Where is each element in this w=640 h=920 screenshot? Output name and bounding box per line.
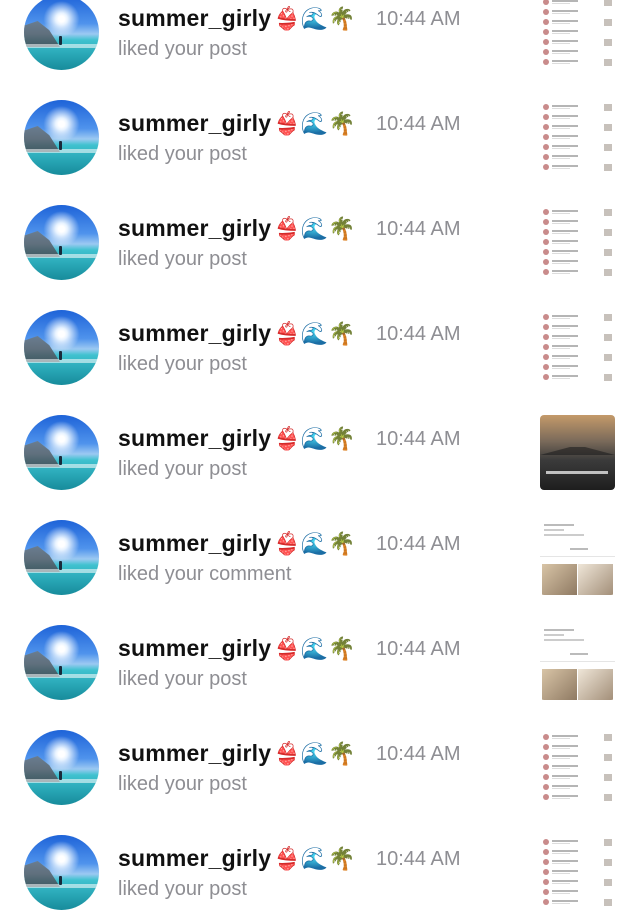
- username-text: summer_girly: [118, 635, 272, 661]
- username[interactable]: summer_girly👙🌊🌴: [118, 215, 356, 242]
- activity-text: liked your post: [118, 878, 247, 900]
- post-thumbnail[interactable]: [540, 310, 615, 385]
- activity-text: liked your post: [118, 353, 247, 375]
- username[interactable]: summer_girly👙🌊🌴: [118, 530, 356, 557]
- notification-row[interactable]: summer_girly👙🌊🌴 10:44 AM liked your post: [0, 710, 640, 815]
- timestamp: 10:44 AM: [376, 218, 461, 240]
- activity-text: liked your post: [118, 458, 247, 480]
- avatar[interactable]: [24, 415, 99, 490]
- username-text: summer_girly: [118, 320, 272, 346]
- notification-row[interactable]: summer_girly👙🌊🌴 10:44 AM liked your post: [0, 185, 640, 290]
- username-text: summer_girly: [118, 5, 272, 31]
- notification-row[interactable]: summer_girly👙🌊🌴 10:44 AM liked your post: [0, 815, 640, 920]
- post-thumbnail[interactable]: [540, 730, 615, 805]
- activity-text: liked your comment: [118, 563, 292, 585]
- username-emoji: 👙🌊🌴: [273, 322, 357, 347]
- avatar[interactable]: [24, 205, 99, 280]
- username-emoji: 👙🌊🌴: [273, 532, 357, 557]
- timestamp: 10:44 AM: [376, 428, 461, 450]
- username[interactable]: summer_girly👙🌊🌴: [118, 740, 356, 767]
- timestamp: 10:44 AM: [376, 8, 461, 30]
- username-emoji: 👙🌊🌴: [273, 637, 357, 662]
- username-emoji: 👙🌊🌴: [273, 7, 357, 32]
- activity-text: liked your post: [118, 773, 247, 795]
- username[interactable]: summer_girly👙🌊🌴: [118, 110, 356, 137]
- username[interactable]: summer_girly👙🌊🌴: [118, 425, 356, 452]
- notification-list: summer_girly👙🌊🌴 10:44 AM liked your post su…: [0, 0, 640, 920]
- avatar[interactable]: [24, 835, 99, 910]
- username[interactable]: summer_girly👙🌊🌴: [118, 320, 356, 347]
- avatar[interactable]: [24, 730, 99, 805]
- username-text: summer_girly: [118, 215, 272, 241]
- username-emoji: 👙🌊🌴: [273, 847, 357, 872]
- timestamp: 10:44 AM: [376, 848, 461, 870]
- timestamp: 10:44 AM: [376, 743, 461, 765]
- username-text: summer_girly: [118, 110, 272, 136]
- post-thumbnail[interactable]: [540, 415, 615, 490]
- notification-row[interactable]: summer_girly👙🌊🌴 10:44 AM liked your post: [0, 0, 640, 80]
- post-thumbnail[interactable]: [540, 625, 615, 700]
- username[interactable]: summer_girly👙🌊🌴: [118, 635, 356, 662]
- post-thumbnail[interactable]: [540, 0, 615, 70]
- activity-text: liked your post: [118, 668, 247, 690]
- timestamp: 10:44 AM: [376, 113, 461, 135]
- username-emoji: 👙🌊🌴: [273, 742, 357, 767]
- timestamp: 10:44 AM: [376, 323, 461, 345]
- notification-row[interactable]: summer_girly👙🌊🌴 10:44 AM liked your post: [0, 395, 640, 500]
- username-emoji: 👙🌊🌴: [273, 427, 357, 452]
- post-thumbnail[interactable]: [540, 205, 615, 280]
- avatar[interactable]: [24, 0, 99, 70]
- avatar[interactable]: [24, 625, 99, 700]
- post-thumbnail[interactable]: [540, 520, 615, 595]
- username[interactable]: summer_girly👙🌊🌴: [118, 5, 356, 32]
- username-text: summer_girly: [118, 530, 272, 556]
- username-emoji: 👙🌊🌴: [273, 217, 357, 242]
- timestamp: 10:44 AM: [376, 533, 461, 555]
- post-thumbnail[interactable]: [540, 100, 615, 175]
- avatar[interactable]: [24, 520, 99, 595]
- username-text: summer_girly: [118, 740, 272, 766]
- notification-row[interactable]: summer_girly👙🌊🌴 10:44 AM liked your post: [0, 605, 640, 710]
- activity-text: liked your post: [118, 143, 247, 165]
- post-thumbnail[interactable]: [540, 835, 615, 910]
- notification-row[interactable]: summer_girly👙🌊🌴 10:44 AM liked your commen…: [0, 500, 640, 605]
- notification-row[interactable]: summer_girly👙🌊🌴 10:44 AM liked your post: [0, 80, 640, 185]
- username-emoji: 👙🌊🌴: [273, 112, 357, 137]
- username[interactable]: summer_girly👙🌊🌴: [118, 845, 356, 872]
- username-text: summer_girly: [118, 845, 272, 871]
- activity-text: liked your post: [118, 38, 247, 60]
- notification-row[interactable]: summer_girly👙🌊🌴 10:44 AM liked your post: [0, 290, 640, 395]
- avatar[interactable]: [24, 310, 99, 385]
- avatar[interactable]: [24, 100, 99, 175]
- activity-text: liked your post: [118, 248, 247, 270]
- username-text: summer_girly: [118, 425, 272, 451]
- timestamp: 10:44 AM: [376, 638, 461, 660]
